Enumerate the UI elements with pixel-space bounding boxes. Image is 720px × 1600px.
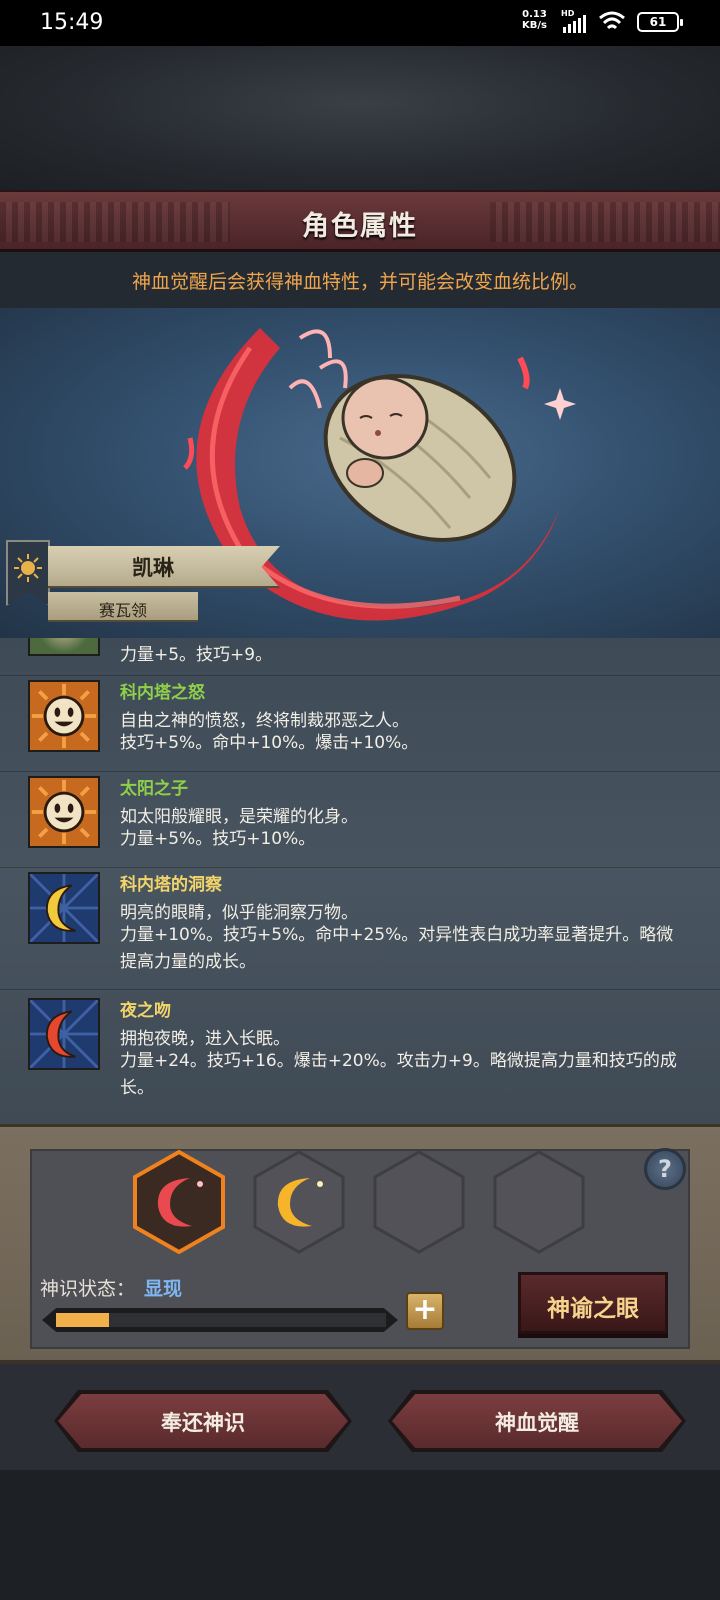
trait-name: 夜之吻 — [120, 1001, 171, 1021]
clock: 15:49 — [40, 10, 104, 35]
trait-description: 拥抱夜晚，进入长眠。 — [120, 1029, 290, 1049]
trait-list[interactable]: 力量+5。技巧+9。 科内塔之怒 自由之神的愤怒，终将制裁邪恶之人。 技巧+5%… — [0, 638, 720, 1124]
baby-face — [341, 376, 429, 460]
trait-stats: 力量+5%。技巧+10%。 — [120, 829, 316, 849]
trait-item: 科内塔之怒 自由之神的愤怒，终将制裁邪恶之人。 技巧+5%。命中+10%。爆击+… — [0, 676, 720, 772]
trait-name: 太阳之子 — [120, 779, 188, 799]
subtitle-bar: 神血觉醒后会获得神血特性，并可能会改变血统比例。 — [0, 252, 720, 308]
god-sense-slot-4[interactable] — [492, 1150, 586, 1254]
oracle-eye-button[interactable]: 神谕之眼 — [518, 1272, 668, 1334]
trait-stats: 力量+10%。技巧+5%。命中+25%。对异性表白成功率显著提升。略微提高力量的… — [120, 925, 674, 972]
character-name: 凯琳 — [132, 556, 174, 580]
return-god-sense-button[interactable]: 奉还神识 — [58, 1394, 348, 1448]
trait-description: 明亮的眼睛，似乎能洞察万物。 — [120, 903, 358, 923]
god-sense-progress-bar — [42, 1308, 398, 1332]
god-sense-slot-3[interactable] — [372, 1150, 466, 1254]
network-speed-unit: KB/s — [522, 20, 547, 31]
god-sense-status-value: 显现 — [144, 1278, 183, 1300]
sparkle-icon — [544, 388, 576, 420]
trait-description: 如太阳般耀眼，是荣耀的化身。 — [120, 807, 358, 827]
character-region: 赛瓦领 — [98, 601, 147, 620]
trait-stats: 力量+5。技巧+9。 — [120, 645, 273, 665]
trait-item: 力量+5。技巧+9。 — [0, 638, 720, 676]
name-banner: 凯琳 赛瓦领 — [0, 540, 290, 644]
trait-stats: 力量+24。技巧+16。爆击+20%。攻击力+9。略微提高力量和技巧的成长。 — [120, 1051, 677, 1098]
partial-green-icon — [28, 638, 100, 656]
page-subtitle: 神血觉醒后会获得神血特性，并可能会改变血统比例。 — [131, 271, 588, 293]
red-crescent-icon — [28, 998, 100, 1070]
god-sense-slot-2[interactable] — [252, 1150, 346, 1254]
trait-name: 科内塔之怒 — [120, 683, 205, 703]
progress-fill — [56, 1313, 109, 1327]
trait-item: 科内塔的洞察 明亮的眼睛，似乎能洞察万物。 力量+10%。技巧+5%。命中+25… — [0, 868, 720, 990]
trait-item: 太阳之子 如太阳般耀眼，是荣耀的化身。 力量+5%。技巧+10%。 — [0, 772, 720, 868]
battery-indicator: 61 — [637, 12, 683, 32]
sun-face-icon — [28, 776, 100, 848]
signal-icon — [563, 15, 586, 33]
god-sense-status-label: 神识状态： — [40, 1278, 136, 1300]
background-bottom — [0, 1470, 720, 1600]
sun-crest-icon — [14, 554, 42, 582]
question-icon: ? — [658, 1155, 672, 1183]
network-speed: 0.13 KB/s — [522, 9, 547, 31]
help-button[interactable]: ? — [644, 1148, 686, 1190]
background-top — [0, 46, 720, 190]
god-sense-slot-1[interactable] — [132, 1150, 226, 1254]
add-god-sense-button[interactable]: + — [406, 1292, 444, 1330]
wifi-icon — [599, 11, 625, 30]
trait-item: 夜之吻 拥抱夜晚，进入长眠。 力量+24。技巧+16。爆击+20%。攻击力+9。… — [0, 990, 720, 1124]
return-god-sense-label: 奉还神识 — [161, 1411, 245, 1435]
trait-name: 科内塔的洞察 — [120, 875, 222, 895]
page-title: 角色属性 — [302, 211, 418, 242]
blood-awaken-label: 神血觉醒 — [495, 1411, 579, 1435]
swaddle-cloth — [323, 374, 517, 542]
network-speed-value: 0.13 — [522, 9, 547, 20]
oracle-eye-label: 神谕之眼 — [547, 1296, 639, 1322]
baby-hand — [346, 458, 384, 488]
title-bar: 角色属性 — [0, 190, 720, 252]
trait-description: 自由之神的愤怒，终将制裁邪恶之人。 — [120, 711, 409, 731]
yellow-crescent-icon — [28, 872, 100, 944]
plus-icon: + — [412, 1292, 438, 1327]
trait-stats: 技巧+5%。命中+10%。爆击+10%。 — [120, 733, 419, 753]
status-bar: 15:49 0.13 KB/s HD 61 — [0, 0, 720, 46]
blood-awaken-button[interactable]: 神血觉醒 — [392, 1394, 682, 1448]
sun-face-icon — [28, 680, 100, 752]
